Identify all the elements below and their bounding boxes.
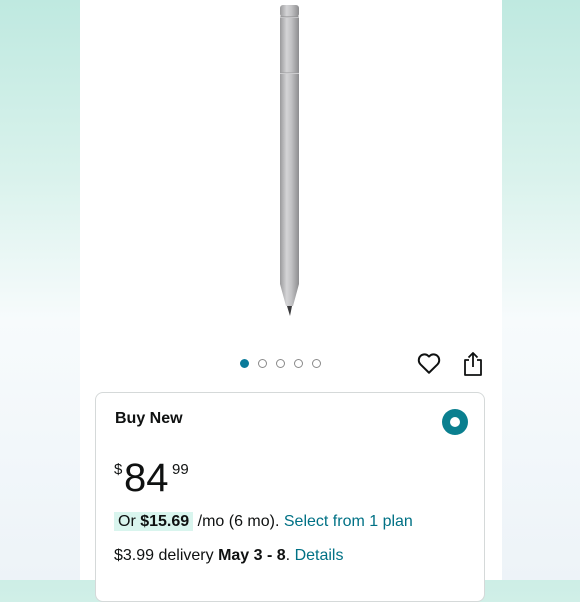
price-whole: 84: [124, 456, 169, 500]
carousel-dot[interactable]: [312, 358, 321, 368]
carousel-dot[interactable]: [294, 358, 303, 368]
carousel-dot[interactable]: [240, 358, 249, 368]
price-fraction: 99: [172, 461, 189, 478]
delivery-dates: May 3 - 8: [218, 547, 286, 564]
delivery-fee: $3.99 delivery: [114, 547, 214, 564]
image-carousel-dots: [240, 357, 321, 369]
right-background: [502, 0, 580, 580]
left-background: [0, 0, 80, 580]
product-image[interactable]: [80, 0, 502, 335]
delivery-separator: .: [285, 547, 291, 564]
installment-highlight: Or $15.69: [114, 512, 194, 531]
delivery-details-link[interactable]: Details: [295, 547, 344, 564]
installment-amount: $15.69: [140, 513, 190, 530]
carousel-dot[interactable]: [276, 358, 285, 368]
installment-prefix: Or: [118, 513, 136, 530]
delivery-line: $3.99 delivery May 3 - 8. Details: [114, 547, 343, 565]
select-plan-link[interactable]: Select from 1 plan: [284, 513, 413, 530]
heart-icon[interactable]: [416, 350, 442, 376]
carousel-dot[interactable]: [258, 358, 267, 368]
buy-new-radio[interactable]: [442, 409, 468, 435]
installment-terms: /mo (6 mo).: [197, 513, 280, 530]
buy-new-title: Buy New: [115, 410, 183, 427]
product-panel: Buy New $ 84 99 Or $15.69 /mo (6 mo). Se…: [80, 0, 502, 602]
price-symbol: $: [114, 461, 123, 478]
buy-box: Buy New $ 84 99 Or $15.69 /mo (6 mo). Se…: [95, 392, 485, 602]
installment-line: Or $15.69 /mo (6 mo). Select from 1 plan: [114, 512, 413, 531]
share-icon[interactable]: [461, 351, 485, 377]
